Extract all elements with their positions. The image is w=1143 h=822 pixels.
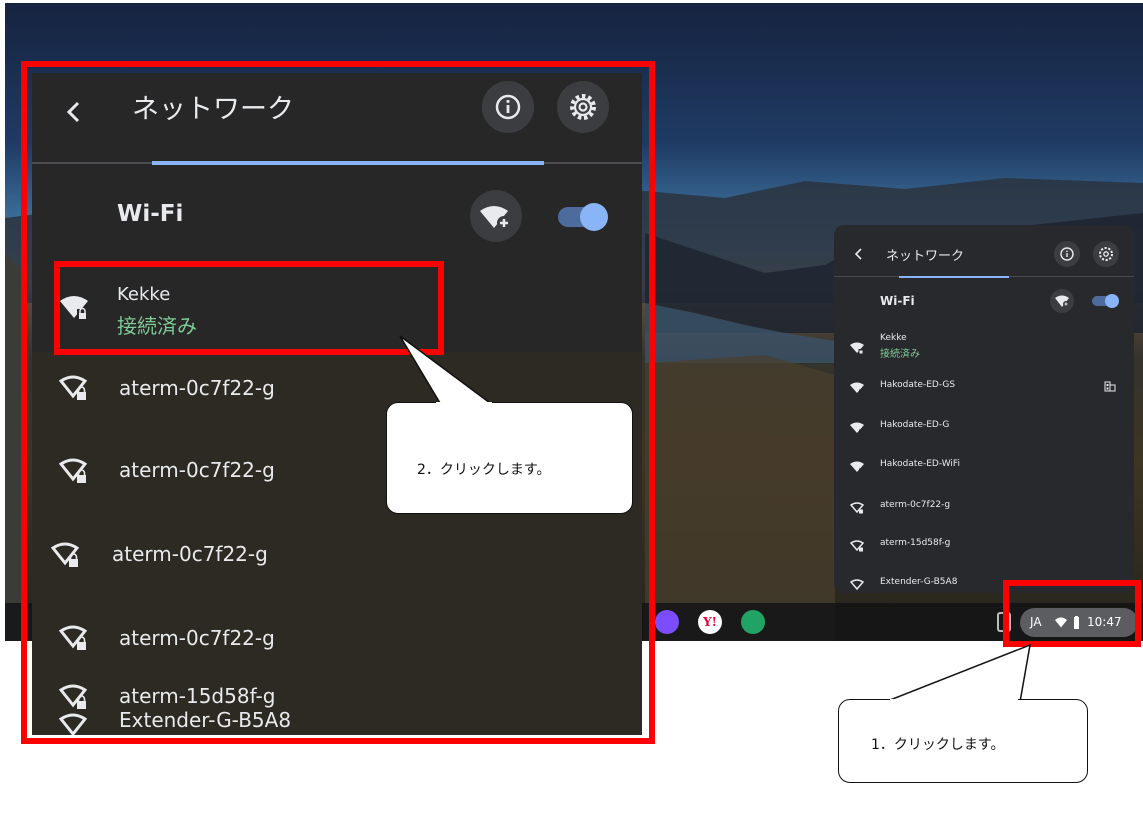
wifi-label: Wi-Fi [117,201,184,227]
network-name: Hakodate-ED-GS [880,380,956,390]
wifi-toggle-knob [1105,294,1119,308]
wifi-lock-icon [850,502,864,514]
network-name: Extender-G-B5A8 [880,577,958,587]
wifi-lock-icon [51,542,79,567]
wifi-lock-icon [60,296,88,321]
classroom-app-icon[interactable] [741,610,765,634]
network-name: Extender-G-B5A8 [119,708,292,732]
network-status: 接続済み [880,349,920,360]
network-row[interactable]: Hakodate-ED-GS [834,377,1134,397]
gear-icon[interactable] [557,81,609,133]
panel-title: ネットワーク [132,94,294,125]
wifi-status-icon [1055,617,1067,628]
network-name: aterm-0c7f22-g [119,626,275,650]
wifi-icon [59,713,87,735]
network-name: Hakodate-ED-WiFi [880,459,960,469]
network-row[interactable]: Hakodate-ED-G [834,417,1134,437]
network-row[interactable]: aterm-15d58f-g [834,535,1134,555]
network-name: aterm-0c7f22-g [119,376,275,400]
ime-label: JA [1030,615,1042,629]
network-name: aterm-0c7f22-g [112,542,268,566]
network-status: 接続済み [117,314,197,338]
network-row[interactable]: aterm-0c7f22-g [834,497,1134,517]
network-row[interactable]: Extender-G-B5A8 [32,690,642,735]
callout-joint [890,699,1018,702]
wifi-lock-icon [59,625,87,650]
wifi-lock-icon [59,375,87,400]
tote-icon[interactable] [997,612,1011,632]
wifi-lock-icon [850,342,864,354]
callout-step-1: 1．クリックします。 [838,699,1088,783]
info-icon[interactable] [482,81,534,133]
network-name: Kekke [880,333,907,343]
back-chevron-icon[interactable] [855,248,863,260]
network-name: Hakodate-ED-G [880,420,950,430]
network-row-connected[interactable]: Kekke 接続済み [834,330,1134,364]
callout-step-2: 2．クリックします。 [386,402,633,514]
scroll-indicator [152,161,544,165]
wifi-toggle-knob [580,203,608,231]
network-name: aterm-0c7f22-g [880,500,951,510]
network-row[interactable]: aterm-0c7f22-g [32,516,642,600]
mini-wifi-label: Wi-Fi [880,294,915,308]
wifi-filled-icon [850,382,864,394]
app-icon-1[interactable] [655,610,679,634]
wifi-icon [850,579,864,591]
wifi-filled-icon [850,461,864,473]
callout-text: 2．クリックします。 [417,462,551,478]
building-icon [1104,381,1116,392]
scroll-indicator [899,276,1009,278]
network-panel-mini: ネットワーク Wi-Fi Kekke 接続済み Hakodate-ED-GS H… [834,225,1134,593]
wifi-add-icon[interactable] [470,190,522,242]
network-row[interactable]: Extender-G-B5A8 [834,574,1134,593]
wifi-filled-icon [850,422,864,434]
network-row[interactable]: Hakodate-ED-WiFi [834,456,1134,476]
callout-text: 1．クリックします。 [871,737,1005,753]
network-name: Kekke [117,284,171,305]
back-chevron-icon[interactable] [66,100,82,124]
mini-panel-title: ネットワーク [886,249,965,264]
callout-joint [436,402,492,405]
wifi-add-icon[interactable] [1050,289,1074,313]
network-name: aterm-15d58f-g [880,538,951,548]
gear-icon[interactable] [1093,241,1119,267]
network-row[interactable]: aterm-0c7f22-g [32,600,642,684]
clock-time: 10:47 [1087,615,1122,629]
battery-icon [1074,616,1079,629]
yahoo-app-icon[interactable]: Y! [698,610,722,634]
info-icon[interactable] [1054,241,1080,267]
wifi-lock-icon [59,458,87,483]
wifi-lock-icon [850,540,864,552]
status-tray[interactable]: JA 10:47 [1020,608,1138,637]
network-name: aterm-0c7f22-g [119,458,275,482]
